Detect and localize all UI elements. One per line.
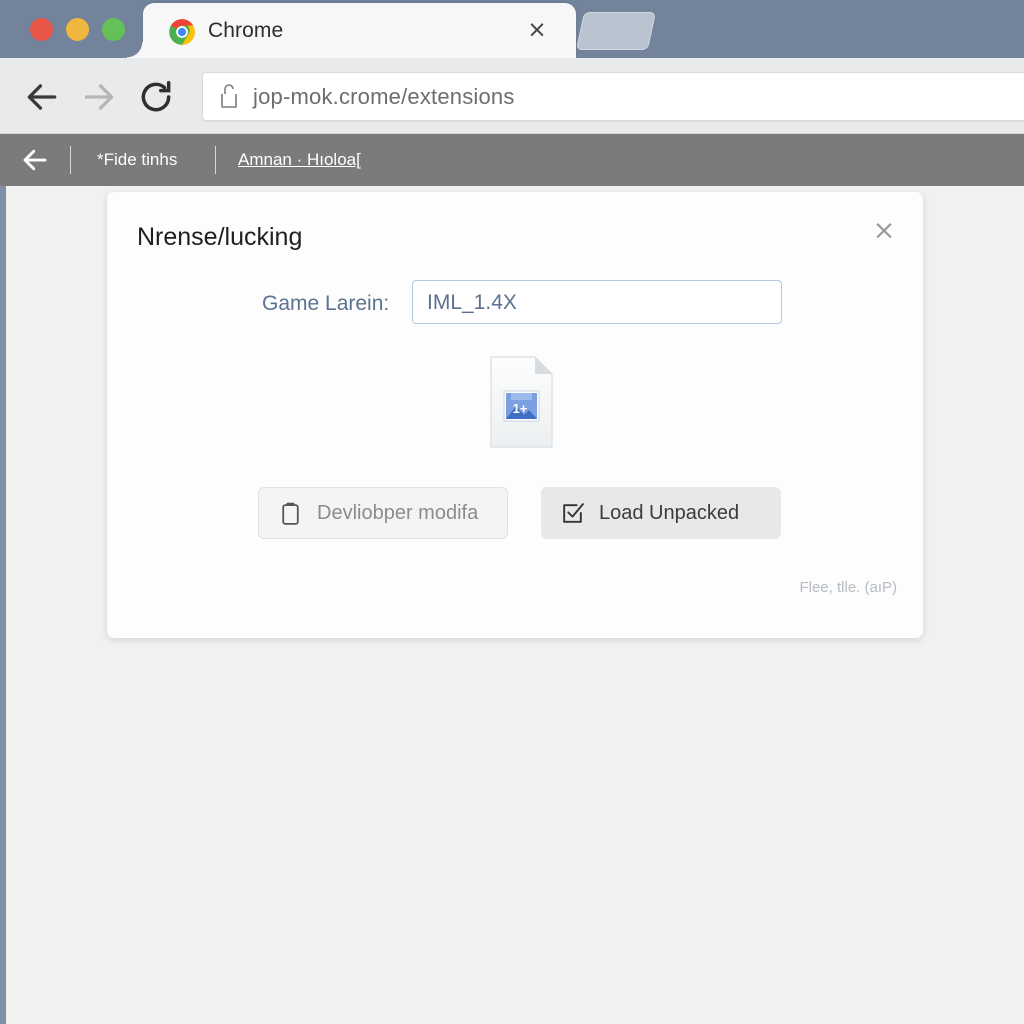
browser-window: Chrome × jop-mok.crome/extensions *Fide … <box>0 0 1024 1024</box>
developer-mode-label: Devliobper modifa <box>317 502 479 524</box>
page-info-icon[interactable] <box>217 84 241 110</box>
svg-text:1+: 1+ <box>513 401 528 416</box>
dialog-footer-note: Flee, tlle. (aıP) <box>799 579 897 596</box>
game-larein-input[interactable]: IML_1.4X <box>412 280 782 324</box>
reload-icon[interactable] <box>137 78 175 116</box>
window-zoom-button[interactable] <box>102 18 125 41</box>
chrome-logo-icon <box>168 18 196 46</box>
address-bar[interactable]: jop-mok.crome/extensions <box>202 72 1024 121</box>
window-minimize-button[interactable] <box>66 18 89 41</box>
page-content: Nrense/lucking × Game Larein: IML_1.4X 1… <box>0 186 1024 1024</box>
arrow-left-icon[interactable] <box>20 145 50 175</box>
load-unpacked-button[interactable]: Load Unpacked <box>541 487 781 539</box>
developer-mode-button[interactable]: Devliobper modifa <box>258 487 508 539</box>
window-close-button[interactable] <box>30 18 53 41</box>
browser-toolbar: jop-mok.crome/extensions <box>0 58 1024 134</box>
secondary-toolbar-text: *Fide tinhs <box>97 150 178 169</box>
checkbox-checked-icon <box>560 501 585 526</box>
image-file-icon: 1+ <box>487 353 556 451</box>
clipboard-icon <box>278 501 303 526</box>
address-bar-url: jop-mok.crome/extensions <box>253 84 515 109</box>
dialog-card: Nrense/lucking × Game Larein: IML_1.4X 1… <box>107 192 923 638</box>
secondary-toolbar: *Fide tinhs Amnan · Hıoloa[ <box>0 134 1024 187</box>
arrow-right-icon <box>80 78 118 116</box>
tab-close-icon[interactable]: × <box>524 17 550 43</box>
new-tab-placeholder[interactable] <box>575 12 657 50</box>
dialog-title: Nrense/lucking <box>137 223 303 251</box>
secondary-toolbar-link[interactable]: Amnan · Hıoloa[ <box>238 147 361 173</box>
close-icon[interactable]: × <box>867 214 901 248</box>
game-larein-value: IML_1.4X <box>427 291 517 314</box>
load-unpacked-label: Load Unpacked <box>599 502 740 524</box>
traffic-lights <box>30 18 125 41</box>
title-bar: Chrome × <box>0 0 1024 58</box>
game-larein-label: Game Larein: <box>262 292 390 315</box>
tab-chrome[interactable]: Chrome × <box>127 3 576 58</box>
separator <box>215 146 216 174</box>
tab-title: Chrome <box>208 19 284 42</box>
arrow-left-icon[interactable] <box>23 78 61 116</box>
separator <box>70 146 71 174</box>
